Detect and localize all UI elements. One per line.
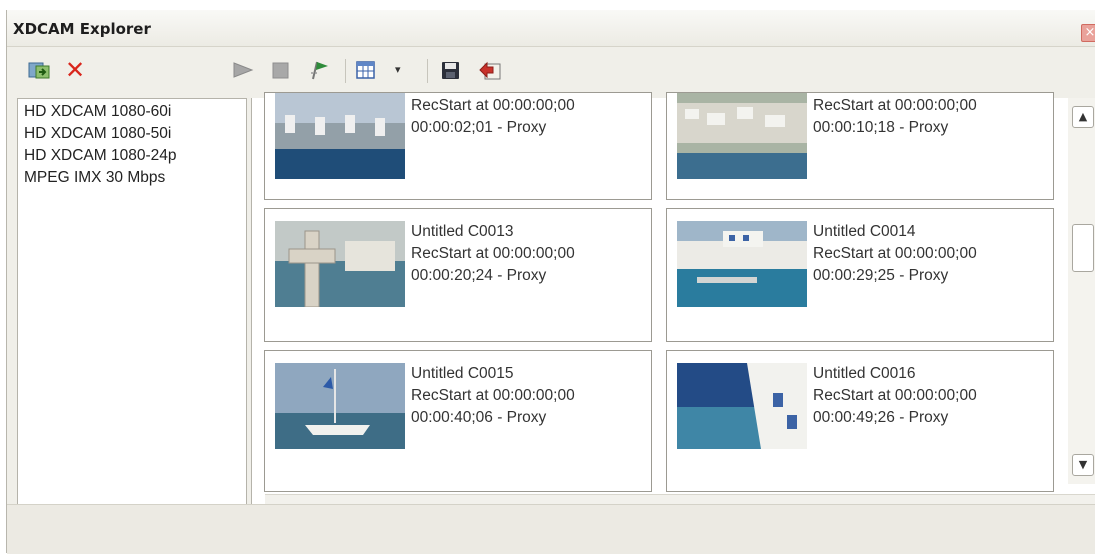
clip-duration: 00:00:29;25 - Proxy [813,267,949,284]
clip-recstart: RecStart at 00:00:00;00 [813,387,977,404]
play-icon[interactable] [231,59,255,81]
clip-recstart: RecStart at 00:00:00;00 [813,245,977,262]
clip-name: Untitled C0015 [411,365,514,382]
preset-item[interactable]: HD XDCAM 1080-60i [24,103,171,121]
clip-thumbnail [677,93,807,179]
view-dropdown-chevron-icon[interactable]: ▾ [395,59,407,81]
window-title: XDCAM Explorer [13,20,151,38]
clip-recstart: RecStart at 00:00:00;00 [411,387,575,404]
clip-name: Untitled C0013 [411,223,514,240]
clip-duration: 00:00:20;24 - Proxy [411,267,547,284]
scroll-up-button[interactable]: ▲ [1072,106,1094,128]
toolbar-separator [427,59,428,83]
scroll-down-button[interactable]: ▼ [1072,454,1094,476]
preset-item[interactable]: MPEG IMX 30 Mbps [24,169,165,187]
clip-tile[interactable]: Untitled C0015 RecStart at 00:00:00;00 0… [264,350,652,492]
vertical-scrollbar[interactable]: ▲ ▼ [1068,98,1095,484]
toolbar-separator [345,59,346,83]
clip-tile[interactable]: RecStart at 00:00:00;00 00:00:10;18 - Pr… [666,92,1054,200]
close-button[interactable]: × [1081,24,1095,42]
delete-icon[interactable]: ✕ [65,58,89,82]
status-bar [7,504,1095,554]
clip-tile[interactable]: Untitled C0014 RecStart at 00:00:00;00 0… [666,208,1054,342]
scroll-thumb[interactable] [1072,224,1094,272]
clip-thumbnail [677,221,807,307]
flag-icon[interactable] [307,59,331,81]
clip-thumbnail [275,93,405,179]
preset-item[interactable]: HD XDCAM 1080-24p [24,147,176,165]
clip-recstart: RecStart at 00:00:00;00 [813,97,977,114]
clip-recstart: RecStart at 00:00:00;00 [411,245,575,262]
import-clips-icon[interactable] [27,59,51,81]
clip-duration: 00:00:40;06 - Proxy [411,409,547,426]
clip-duration: 00:00:02;01 - Proxy [411,119,547,136]
clip-name: Untitled C0014 [813,223,916,240]
clip-tile[interactable]: Untitled C0016 RecStart at 00:00:00;00 0… [666,350,1054,492]
clip-name: Untitled C0016 [813,365,916,382]
save-icon[interactable] [439,59,463,81]
preset-list: HD XDCAM 1080-60i HD XDCAM 1080-50i HD X… [17,98,247,506]
clip-duration: 00:00:10;18 - Proxy [813,119,949,136]
clip-recstart: RecStart at 00:00:00;00 [411,97,575,114]
clip-tile[interactable]: RecStart at 00:00:00;00 00:00:02;01 - Pr… [264,92,652,200]
title-bar: XDCAM Explorer × [7,10,1095,47]
clip-tile[interactable]: Untitled C0013 RecStart at 00:00:00;00 0… [264,208,652,342]
clip-thumbnail [275,363,405,449]
clip-grid: RecStart at 00:00:00;00 00:00:02;01 - Pr… [251,92,1095,504]
clip-duration: 00:00:49;26 - Proxy [813,409,949,426]
preset-item[interactable]: HD XDCAM 1080-50i [24,125,171,143]
clip-thumbnail [275,221,405,307]
export-icon[interactable] [477,59,501,81]
xdcam-explorer-window: XDCAM Explorer × ✕ ▾ HD XDCAM 1080-60i H… [6,10,1095,554]
stop-icon[interactable] [269,59,293,81]
view-mode-icon[interactable] [355,59,391,81]
clip-thumbnail [677,363,807,449]
